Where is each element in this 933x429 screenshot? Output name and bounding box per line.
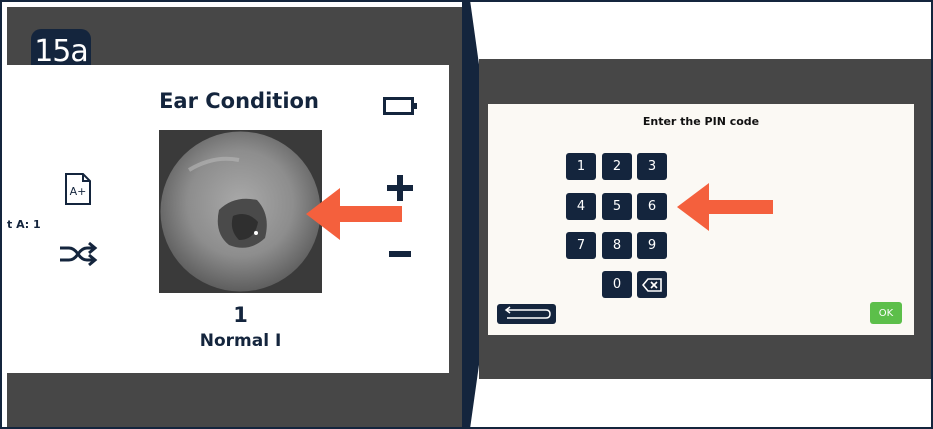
key-3[interactable]: 3 — [637, 153, 667, 180]
grade-a-plus-icon[interactable]: A+ — [64, 172, 92, 206]
pin-title: Enter the PIN code — [642, 115, 760, 128]
backspace-icon — [642, 277, 662, 292]
shuffle-icon[interactable] — [58, 241, 98, 267]
key-8[interactable]: 8 — [602, 232, 632, 259]
score-value: 1 — [233, 303, 248, 327]
minus-icon[interactable] — [389, 250, 411, 258]
screen-title: Ear Condition — [159, 89, 319, 113]
key-5[interactable]: 5 — [602, 193, 632, 220]
left-arrow-annotation — [306, 188, 402, 240]
score-label: Normal I — [199, 331, 282, 351]
key-1[interactable]: 1 — [566, 153, 596, 180]
key-9[interactable]: 9 — [637, 232, 667, 259]
key-6[interactable]: 6 — [637, 193, 667, 220]
svg-text:A+: A+ — [70, 185, 87, 198]
right-arrow-annotation — [677, 183, 773, 231]
key-2[interactable]: 2 — [602, 153, 632, 180]
back-arrow-icon — [504, 306, 551, 319]
ok-button[interactable]: OK — [870, 302, 902, 324]
battery-icon — [383, 97, 417, 115]
backspace-key[interactable] — [637, 271, 667, 298]
back-button[interactable] — [497, 304, 556, 324]
key-0[interactable]: 0 — [602, 271, 632, 298]
key-4[interactable]: 4 — [566, 193, 596, 220]
key-7[interactable]: 7 — [566, 232, 596, 259]
ear-image — [159, 130, 322, 293]
ear-indicator: t A: 1 — [7, 218, 41, 231]
